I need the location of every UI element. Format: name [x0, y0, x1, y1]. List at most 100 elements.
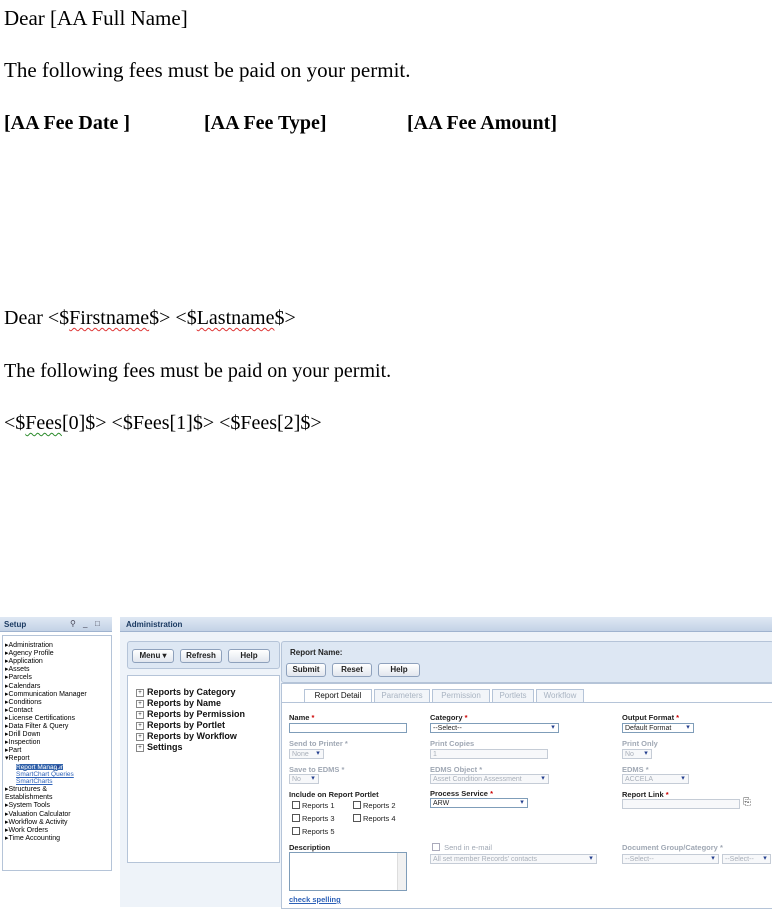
output-format-select[interactable]: Default Format — [622, 723, 694, 733]
report-link-input[interactable] — [622, 799, 740, 809]
maximize-icon[interactable]: □ — [95, 619, 100, 628]
checkbox-label: Send in e-mail — [444, 843, 493, 852]
expand-icon[interactable]: + — [136, 700, 144, 708]
tree-label: Reports by Workflow — [147, 731, 237, 741]
tab-permission[interactable]: Permission — [432, 689, 490, 702]
save-to-edms-label: Save to EDMS * — [289, 765, 344, 774]
nav-item[interactable]: ▸Agency Profile — [5, 650, 54, 658]
category-label: Category * — [430, 713, 468, 722]
description-textarea[interactable] — [289, 852, 407, 891]
submit-button[interactable]: Submit — [286, 663, 326, 677]
checkbox-label: Reports 4 — [363, 814, 396, 823]
nav-item[interactable]: ▸Data Filter & Query — [5, 723, 68, 731]
nav-item[interactable]: ▸Conditions — [5, 699, 42, 707]
tree-label: Settings — [147, 742, 183, 752]
refresh-button[interactable]: Refresh — [180, 649, 222, 663]
nav-item[interactable]: ▸Drill Down — [5, 731, 40, 739]
nav-item[interactable]: ▸Communication Manager — [5, 691, 87, 699]
report-help-button[interactable]: Help — [378, 663, 420, 677]
nav-item[interactable]: ▸Assets — [5, 666, 30, 674]
menu-button[interactable]: Menu ▾ — [132, 649, 174, 663]
checkbox-icon[interactable] — [353, 814, 361, 822]
expand-icon[interactable]: + — [136, 733, 144, 741]
nav-item[interactable]: ▸Workflow & Activity — [5, 819, 68, 827]
checkbox-icon[interactable] — [292, 827, 300, 835]
tree-item-workflow[interactable]: + Reports by Workflow — [136, 731, 237, 741]
nav-subitem[interactable]: SmartChart Queries — [16, 771, 74, 778]
nav-item[interactable]: ▸Parcels — [5, 674, 32, 682]
template1-field-fee-type: [AA Fee Type] — [204, 112, 327, 134]
tab-workflow[interactable]: Workflow — [536, 689, 584, 702]
tree-item-permission[interactable]: + Reports by Permission — [136, 709, 245, 719]
pin-icon[interactable]: ⚲ — [70, 619, 76, 628]
edms-select[interactable]: ACCELA — [622, 774, 689, 784]
help-button[interactable]: Help — [228, 649, 270, 663]
nav-subitem[interactable]: Report Manager — [16, 763, 63, 772]
portlet-checkbox-reports-3[interactable]: Reports 3 — [292, 814, 335, 823]
nav-item[interactable]: ▸Application — [5, 658, 43, 666]
tab-report-detail[interactable]: Report Detail — [304, 689, 372, 702]
send-in-email-checkbox[interactable]: Send in e-mail — [432, 843, 492, 852]
nav-item[interactable]: ▸Part — [5, 747, 21, 755]
required-mark: * — [344, 739, 348, 748]
edms-object-select[interactable]: Asset Condition Assessment — [430, 774, 549, 784]
output-format-label-text: Output Format — [622, 713, 675, 722]
reset-button[interactable]: Reset — [332, 663, 372, 677]
textarea-scrollbar[interactable] — [397, 853, 406, 890]
expand-icon[interactable]: + — [136, 722, 144, 730]
nav-subitem[interactable]: SmartCharts — [16, 778, 52, 785]
save-to-edms-select[interactable]: No — [289, 774, 319, 784]
expand-icon[interactable]: + — [136, 744, 144, 752]
tree-item-portlet[interactable]: + Reports by Portlet — [136, 720, 225, 730]
checkbox-icon[interactable] — [432, 843, 440, 851]
portlet-checkbox-reports-2[interactable]: Reports 2 — [353, 801, 396, 810]
category-select[interactable]: --Select-- — [430, 723, 559, 733]
print-only-select[interactable]: No — [622, 749, 652, 759]
nav-item[interactable]: ▸Work Orders — [5, 827, 48, 835]
required-mark: * — [311, 713, 315, 722]
nav-item[interactable]: ▸Time Accounting — [5, 835, 60, 843]
nav-item[interactable]: ▸Inspection — [5, 739, 40, 747]
tree-item-name[interactable]: + Reports by Name — [136, 698, 221, 708]
checkbox-icon[interactable] — [292, 801, 300, 809]
setup-panel-title: Setup — [4, 620, 27, 629]
firstname-token: Firstname — [69, 307, 150, 329]
nav-item[interactable]: ▸System Tools — [5, 802, 50, 810]
tree-item-settings[interactable]: + Settings — [136, 742, 183, 752]
nav-item[interactable]: ▸License Certifications — [5, 715, 75, 723]
minimize-icon[interactable]: _ — [83, 619, 87, 628]
edms-label-text: EDMS — [622, 765, 644, 774]
report-header-bar: Report Name: Submit Reset Help — [281, 641, 772, 683]
report-link-browse-icon[interactable]: ⎘ — [743, 797, 751, 808]
portlet-checkbox-reports-4[interactable]: Reports 4 — [353, 814, 396, 823]
nav-item[interactable]: ▸Administration — [5, 642, 53, 650]
name-input[interactable] — [289, 723, 407, 733]
nav-item[interactable]: ▸Valuation Calculator — [5, 811, 71, 819]
nav-item[interactable]: Establishments — [5, 794, 52, 802]
tab-portlets[interactable]: Portlets — [492, 689, 534, 702]
report-name-label: Report Name: — [290, 648, 343, 657]
checkbox-icon[interactable] — [292, 814, 300, 822]
tree-toolbar: Menu ▾ Refresh Help — [127, 641, 280, 669]
admin-panel-title: Administration — [126, 620, 183, 629]
nav-item[interactable]: ▸Contact — [5, 707, 33, 715]
expand-icon[interactable]: + — [136, 689, 144, 697]
document-group-select[interactable]: --Select-- — [622, 854, 719, 864]
print-only-label: Print Only — [622, 739, 658, 748]
nav-item[interactable]: ▸Calendars — [5, 683, 40, 691]
process-service-select[interactable]: ARW — [430, 798, 528, 808]
nav-item[interactable]: ▸Structures & — [5, 786, 47, 794]
check-spelling-link[interactable]: check spelling — [289, 895, 341, 904]
edms-object-label: EDMS Object * — [430, 765, 482, 774]
send-to-printer-select[interactable]: None — [289, 749, 324, 759]
checkbox-icon[interactable] — [353, 801, 361, 809]
portlet-checkbox-reports-5[interactable]: Reports 5 — [292, 827, 335, 836]
tree-item-category[interactable]: + Reports by Category — [136, 687, 236, 697]
tab-parameters[interactable]: Parameters — [374, 689, 430, 702]
print-copies-input[interactable]: 1 — [430, 749, 548, 759]
nav-item[interactable]: ▾Report — [5, 755, 30, 763]
portlet-checkbox-reports-1[interactable]: Reports 1 — [292, 801, 335, 810]
send-in-email-select[interactable]: All set member Records' contacts — [430, 854, 597, 864]
document-category-select[interactable]: --Select-- — [722, 854, 771, 864]
expand-icon[interactable]: + — [136, 711, 144, 719]
